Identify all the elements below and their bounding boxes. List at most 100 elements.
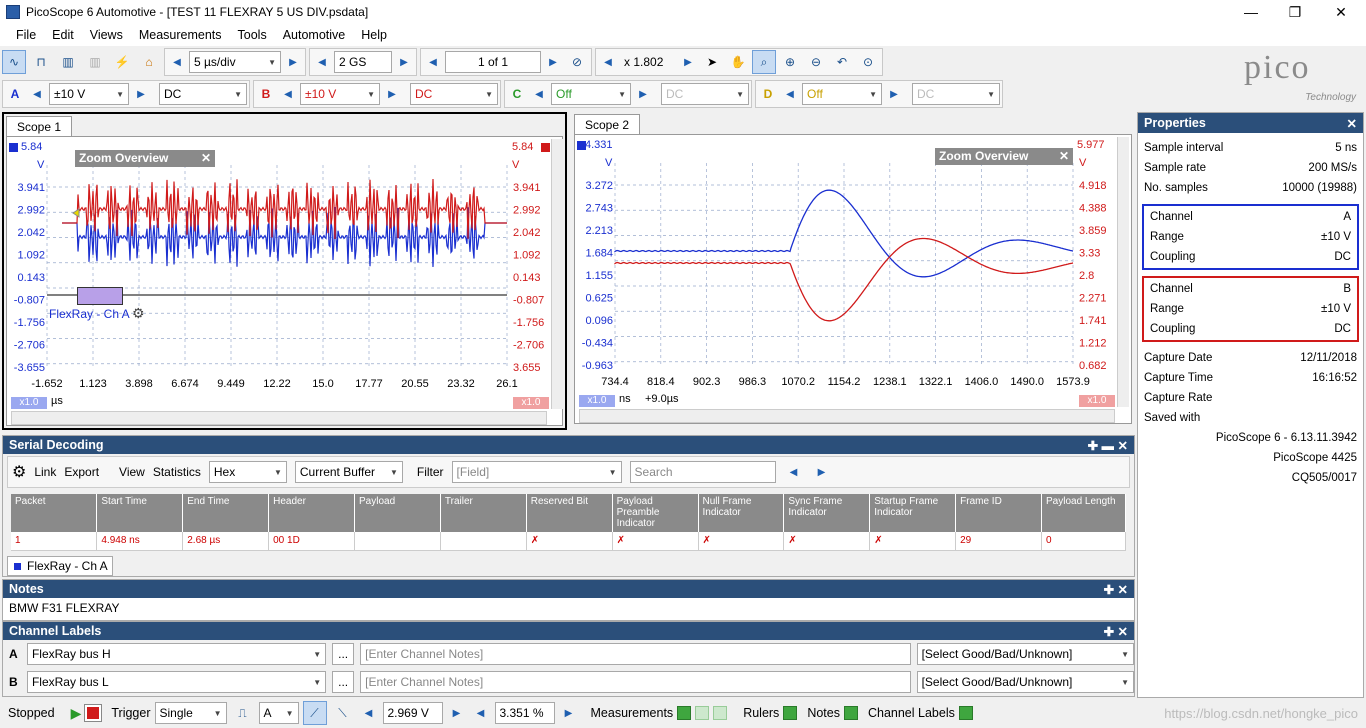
range-d-down[interactable]: ◀ bbox=[780, 83, 800, 105]
close-button[interactable]: ✕ bbox=[1318, 0, 1364, 24]
persistence-mode-icon[interactable]: ⊓ bbox=[29, 50, 53, 74]
level-up-arrow[interactable]: ▶ bbox=[447, 702, 467, 724]
close-icon[interactable]: ✕ bbox=[1347, 116, 1357, 131]
samples-select[interactable]: 2 GS bbox=[334, 51, 392, 73]
serial-tab-flexray[interactable]: FlexRay - Ch A bbox=[7, 556, 113, 576]
compass-icon[interactable]: ⊘ bbox=[565, 50, 589, 74]
coupling-b-select[interactable]: DC ▼ bbox=[410, 83, 498, 105]
scope2-vscrollbar[interactable] bbox=[1117, 137, 1129, 407]
buffer-mode-select[interactable]: Current Buffer ▼ bbox=[294, 461, 403, 483]
flexray-packet-icon[interactable] bbox=[77, 287, 123, 305]
menu-views[interactable]: Views bbox=[90, 28, 123, 42]
range-a-up[interactable]: ▶ bbox=[131, 83, 151, 105]
trigger-options-icon[interactable]: ⎍ bbox=[231, 701, 255, 725]
column-header[interactable]: Start Time bbox=[96, 494, 184, 532]
hand-icon[interactable]: ✋ bbox=[726, 50, 750, 74]
menu-edit[interactable]: Edit bbox=[52, 28, 74, 42]
column-header[interactable]: End Time bbox=[182, 494, 270, 532]
menu-tools[interactable]: Tools bbox=[238, 28, 267, 42]
scope2-zoom-overview[interactable]: Zoom Overview ✕ bbox=[935, 148, 1073, 165]
column-header[interactable]: Payload bbox=[354, 494, 441, 532]
column-header[interactable]: Trailer bbox=[440, 494, 527, 532]
column-header[interactable]: Payload Length bbox=[1041, 494, 1126, 532]
range-c-select[interactable]: Off ▼ bbox=[551, 83, 631, 105]
delete-measurement-icon[interactable] bbox=[713, 706, 728, 720]
menu-help[interactable]: Help bbox=[361, 28, 387, 42]
trigger-mode-select[interactable]: Single ▼ bbox=[154, 702, 227, 724]
search-next-arrow[interactable]: ▶ bbox=[812, 461, 832, 483]
range-c-down[interactable]: ◀ bbox=[529, 83, 549, 105]
close-icon[interactable]: ✕ bbox=[201, 151, 211, 165]
probe-icon[interactable]: ⚡ bbox=[110, 50, 134, 74]
range-b-up[interactable]: ▶ bbox=[382, 83, 402, 105]
zoom-value-box[interactable]: x 1.802 bbox=[620, 51, 676, 73]
coupling-d-select[interactable]: DC ▼ bbox=[912, 83, 1000, 105]
scope2-plot[interactable]: 3.272 2.743 2.213 1.684 1.155 0.625 0.096 -0.43… bbox=[575, 135, 1133, 425]
scope1-hscrollbar[interactable] bbox=[11, 411, 547, 425]
add-measurement-icon[interactable] bbox=[677, 706, 692, 720]
pin-close-icons[interactable]: ✚ ✕ bbox=[1104, 582, 1128, 597]
timebase-up-arrow[interactable]: ▶ bbox=[283, 51, 303, 73]
buffer-prev-arrow[interactable]: ◀ bbox=[423, 51, 443, 73]
link-button[interactable]: Link bbox=[34, 465, 56, 479]
spectrum-disabled-icon[interactable]: ▥ bbox=[83, 50, 107, 74]
pin-close-icons[interactable]: ✚ ✕ bbox=[1104, 624, 1128, 639]
edit-measurement-icon[interactable] bbox=[695, 706, 710, 720]
pretrigger-input[interactable]: 3.351 % bbox=[494, 702, 555, 724]
maximize-button[interactable]: ❐ bbox=[1272, 0, 1318, 24]
coupling-a-select[interactable]: DC ▼ bbox=[159, 83, 247, 105]
samples-up-arrow[interactable]: ▶ bbox=[394, 51, 414, 73]
scope-mode-icon[interactable]: ∿ bbox=[2, 50, 26, 74]
gear-icon[interactable]: ⚙ bbox=[12, 462, 26, 482]
pointer-icon[interactable]: ➤ bbox=[700, 50, 724, 74]
column-header[interactable]: Payload Preamble Indicator bbox=[612, 494, 699, 532]
timebase-select[interactable]: 5 µs/div ▼ bbox=[189, 51, 281, 73]
notes-text[interactable]: BMW F31 FLEXRAY bbox=[3, 598, 1134, 618]
pin-close-icons[interactable]: ✚ ▬ ✕ bbox=[1088, 438, 1128, 453]
channel-name-select[interactable]: FlexRay bus L ▼ bbox=[26, 671, 327, 693]
menu-automotive[interactable]: Automotive bbox=[283, 28, 346, 42]
gear-icon[interactable]: ⚙ bbox=[132, 305, 145, 322]
channel-notes-input[interactable]: [Enter Channel Notes] bbox=[360, 671, 911, 693]
range-c-up[interactable]: ▶ bbox=[633, 83, 653, 105]
scope1-vscrollbar[interactable] bbox=[551, 139, 563, 409]
channel-notes-input[interactable]: [Enter Channel Notes] bbox=[360, 643, 911, 665]
zoom-fit-icon[interactable]: ⊙ bbox=[856, 50, 880, 74]
column-header[interactable]: Null Frame Indicator bbox=[698, 494, 785, 532]
rising-edge-icon[interactable]: ⟋ bbox=[302, 701, 327, 725]
zoom-tool-icon[interactable]: ⌕ bbox=[752, 50, 776, 74]
trigger-source-select[interactable]: A ▼ bbox=[258, 702, 299, 724]
column-header[interactable]: Frame ID bbox=[955, 494, 1042, 532]
view-button[interactable]: View bbox=[119, 465, 145, 479]
notes-icon[interactable] bbox=[843, 706, 858, 720]
statistics-button[interactable]: Statistics bbox=[153, 465, 201, 479]
zoom-in-icon[interactable]: ⊕ bbox=[778, 50, 802, 74]
channel-labels-icon[interactable] bbox=[958, 706, 973, 720]
pretrigger-up-arrow[interactable]: ▶ bbox=[559, 702, 579, 724]
good-bad-select[interactable]: [Select Good/Bad/Unknown] ▼ bbox=[916, 643, 1134, 665]
more-button[interactable]: ... bbox=[332, 643, 355, 665]
range-d-select[interactable]: Off ▼ bbox=[802, 83, 882, 105]
stop-icon[interactable] bbox=[84, 704, 103, 722]
more-button[interactable]: ... bbox=[332, 671, 355, 693]
column-header[interactable]: Header bbox=[268, 494, 355, 532]
range-a-select[interactable]: ±10 V ▼ bbox=[49, 83, 129, 105]
zoom-up-arrow[interactable]: ▶ bbox=[678, 51, 698, 73]
column-header[interactable]: Startup Frame Indicator bbox=[869, 494, 957, 532]
samples-down-arrow[interactable]: ◀ bbox=[312, 51, 332, 73]
range-a-down[interactable]: ◀ bbox=[27, 83, 47, 105]
range-b-select[interactable]: ±10 V ▼ bbox=[300, 83, 380, 105]
pretrigger-down-arrow[interactable]: ◀ bbox=[471, 702, 491, 724]
menu-measurements[interactable]: Measurements bbox=[139, 28, 222, 42]
table-row[interactable]: 1 4.948 ns 2.68 µs 00 1D ✗ ✗ ✗ ✗ ✗ 29 0 bbox=[11, 532, 1126, 551]
field-select[interactable]: [Field] ▼ bbox=[451, 461, 622, 483]
menu-file[interactable]: File bbox=[16, 28, 36, 42]
zoom-out-icon[interactable]: ⊖ bbox=[804, 50, 828, 74]
level-down-arrow[interactable]: ◀ bbox=[359, 702, 379, 724]
search-input[interactable]: Search bbox=[629, 461, 776, 483]
falling-edge-icon[interactable]: ⟍ bbox=[331, 701, 355, 725]
home-icon[interactable]: ⌂ bbox=[137, 50, 161, 74]
minimize-button[interactable]: — bbox=[1228, 0, 1274, 24]
filter-button[interactable]: Filter bbox=[417, 465, 444, 479]
scope2-hscrollbar[interactable] bbox=[579, 409, 1115, 423]
